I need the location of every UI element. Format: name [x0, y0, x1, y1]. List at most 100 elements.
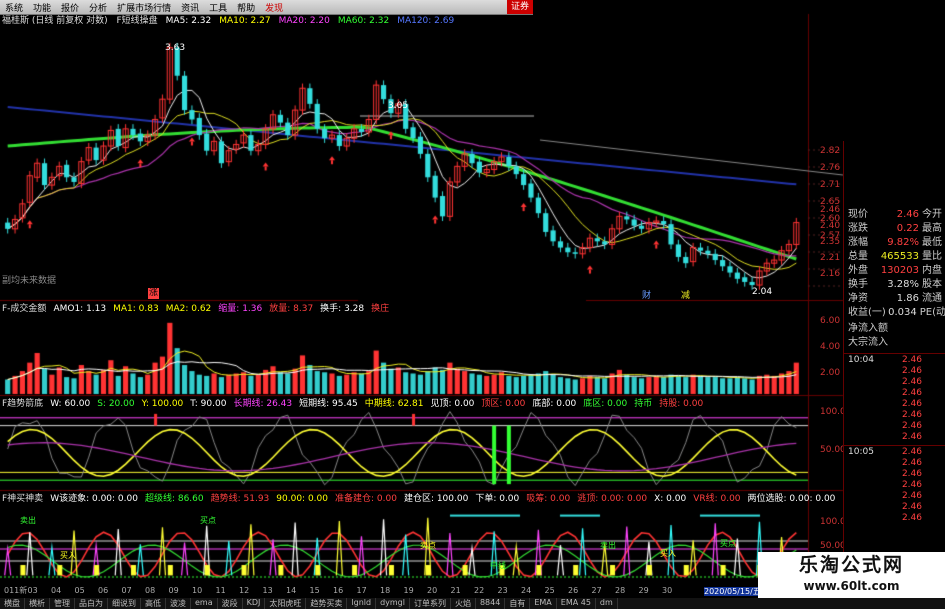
indicator-tab[interactable]: 横析 — [25, 598, 50, 609]
menu-item[interactable]: 功能 — [28, 1, 56, 14]
axis-tick: 2.21 — [820, 253, 841, 263]
menu-item-active[interactable]: 发现 — [260, 1, 288, 14]
tick-price: 2.46 — [901, 432, 922, 442]
quote-value: 9.82% — [887, 237, 919, 248]
tick-row: 2.46 — [844, 399, 945, 410]
sub-marker: 买入 — [60, 551, 76, 560]
quote-key: 外盘 — [848, 265, 868, 276]
axis-tick: 100.0 — [820, 407, 846, 417]
indicator-tab[interactable]: 波段 — [218, 598, 243, 609]
ma-value: MA120: 2.69 — [397, 16, 455, 26]
panel-name: F神买神卖 — [2, 494, 44, 504]
menu-item[interactable]: 工具 — [204, 1, 232, 14]
panel-value: 放量: 8.37 — [269, 304, 314, 314]
panel-value: W: 60.00 — [50, 399, 91, 409]
tick-row: 2.46 — [844, 421, 945, 432]
panel-value: 底区: 0.00 — [583, 399, 628, 409]
date-tick: 23 — [497, 586, 508, 595]
panel-value: 下单: 0.00 — [475, 494, 520, 504]
menu-item[interactable]: 扩展市场行情 — [112, 1, 176, 14]
panel-value: 90.00: 0.00 — [276, 494, 328, 504]
indicator-tab[interactable]: 自有 — [505, 598, 531, 609]
indicator-tab[interactable]: 细说到 — [108, 598, 141, 609]
axis-tick: 2.40 — [820, 221, 841, 231]
low-price-label: 2.04 — [752, 287, 773, 297]
current-date: 2020/05/15/五 — [704, 587, 761, 596]
panel-value: 建仓区: 100.00 — [403, 494, 469, 504]
quote-panel: 现价 2.46 今开 涨跌 0.22 最高 涨幅 9.82% 最低 总量 465533 量比 外盘 130… — [843, 141, 945, 609]
date-tick: 12 — [239, 586, 250, 595]
panel-value: MA1: 0.83 — [113, 304, 159, 314]
indicator-tab[interactable]: 订单系列 — [410, 598, 451, 609]
indicator-tab[interactable]: ema — [191, 598, 218, 609]
tick-row: 2.46 — [844, 480, 945, 491]
indicator-tab[interactable]: dymgl — [376, 598, 410, 609]
ma-value: MA10: 2.27 — [219, 16, 271, 26]
indicator-tab[interactable]: 太阳虎旺 — [265, 598, 307, 609]
quote-row: 现价 2.46 今开 — [844, 208, 945, 222]
date-tick: 26 — [568, 586, 579, 595]
tick-row: 2.46 — [844, 513, 945, 524]
indicator-tab[interactable]: 趋势买卖 — [306, 598, 348, 609]
quote-tail: 量比 — [922, 251, 942, 262]
tick-time — [844, 480, 878, 491]
indicator-tab[interactable]: KDJ — [243, 598, 266, 609]
menu-item[interactable]: 系统 — [0, 1, 28, 14]
tick-price: 2.46 — [901, 410, 922, 420]
indicator-tabs: 横盘 横析 管理 品白为 细说到 高低 波凌 ema 波段 KDJ 太阳虎旺 趋势买卖 lgnld dym… — [0, 598, 945, 609]
tick-row: 2.46 — [844, 458, 945, 469]
flow-label: 大宗流入 — [848, 337, 888, 348]
panel-value: 超级线: 86.60 — [144, 494, 204, 504]
quote-list: 现价 2.46 今开 涨跌 0.22 最高 涨幅 9.82% 最低 总量 465533 量比 外盘 130… — [844, 208, 945, 320]
quote-value: 2.46 — [896, 209, 919, 220]
tick-price: 2.46 — [901, 469, 922, 479]
axis-tick: 6.00 — [820, 316, 841, 326]
panel-value: MA2: 0.62 — [165, 304, 212, 314]
quote-tail: 股本 — [922, 279, 942, 290]
indicator-tab[interactable]: 高低 — [141, 598, 166, 609]
panel-name: F-成交金额 — [2, 304, 47, 314]
indicator-tab[interactable]: 波凌 — [166, 598, 191, 609]
panel-value: 底部: 0.00 — [532, 399, 577, 409]
indicator-tab[interactable]: EMA 45 — [557, 598, 596, 609]
indicator-tab[interactable]: lgnld — [347, 598, 377, 609]
quote-tail: 最高 — [922, 223, 942, 234]
indicator-tab[interactable]: dm — [596, 598, 618, 609]
broker-button[interactable]: 证券 — [506, 0, 533, 14]
quote-row: 涨幅 9.82% 最低 — [844, 236, 945, 250]
indicator-tab[interactable]: EMA — [530, 598, 557, 609]
indicator-tab[interactable]: 8844 — [476, 598, 506, 609]
quote-key: 换手 — [848, 279, 868, 290]
indicator-tab[interactable]: 横盘 — [0, 598, 25, 609]
indicator-tab[interactable]: 品白为 — [75, 598, 108, 609]
tick-time — [844, 458, 878, 469]
panel-value: 中期线: 62.81 — [364, 399, 424, 409]
mid-price-label: 3.05 — [388, 101, 409, 111]
tick-time — [844, 366, 878, 377]
menu-item[interactable]: 报价 — [56, 1, 84, 14]
axis-tick: 50.00 — [820, 541, 846, 551]
cai-marker: 财 — [642, 291, 652, 301]
axis-tick: 2.00 — [820, 368, 841, 378]
date-tick: 17 — [356, 586, 367, 595]
tick-row: 2.46 — [844, 377, 945, 388]
date-tick: 29 — [638, 586, 649, 595]
menu-item[interactable]: 分析 — [84, 1, 112, 14]
date-tick: 16 — [333, 586, 344, 595]
future-data-note: 副均未来数据 — [2, 276, 57, 286]
sub-panel-header: F神买神卖 W该迹象: 0.00: 0.00 超级线: 86.60 趋势线: 51.9… — [2, 494, 835, 505]
quote-value: 0.034 — [888, 307, 917, 318]
panel-value: VR线: 0.00 — [693, 494, 741, 504]
menu-item[interactable]: 资讯 — [176, 1, 204, 14]
date-tick: 09 — [168, 586, 179, 595]
quote-value: 0.22 — [896, 223, 919, 234]
tick-time — [844, 491, 878, 502]
menu-item[interactable]: 帮助 — [232, 1, 260, 14]
quote-tail: 最低 — [922, 237, 942, 248]
tick-time: 10:04 — [848, 355, 874, 365]
date-tick: 27 — [591, 586, 602, 595]
tick-row: 2.46 — [844, 388, 945, 399]
indicator-tab[interactable]: 火焰 — [451, 598, 476, 609]
tick-row: 10:05 2.46 — [844, 447, 945, 458]
indicator-tab[interactable]: 管理 — [50, 598, 75, 609]
